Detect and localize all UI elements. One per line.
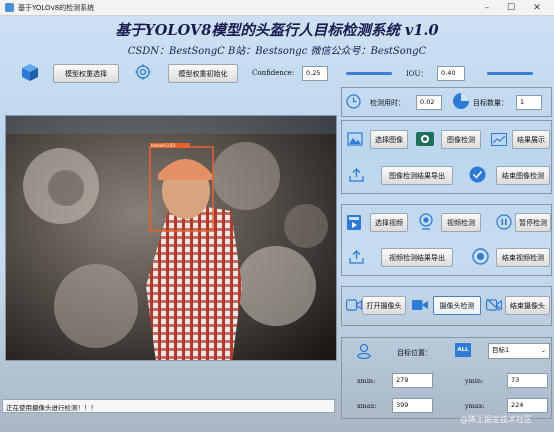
count-value: 1 xyxy=(516,95,542,110)
confidence-input[interactable]: 0.25 xyxy=(302,66,328,81)
webcam-icon xyxy=(418,213,434,230)
end-video-button[interactable]: 结束视频检测 xyxy=(496,248,550,267)
xmin-value: 279 xyxy=(392,373,433,388)
app-icon xyxy=(5,3,14,12)
close-camera-button[interactable]: 结束摄像头 xyxy=(505,296,550,315)
stop-icon xyxy=(472,248,489,265)
pause-icon xyxy=(496,214,512,230)
upload-video-icon xyxy=(349,250,364,264)
end-image-button[interactable]: 结束图像检测 xyxy=(496,166,550,185)
cube-icon xyxy=(20,62,40,82)
pause-detect-button[interactable]: 暂停检测 xyxy=(515,213,551,232)
select-video-button[interactable]: 选择视频 xyxy=(370,213,408,232)
export-image-button[interactable]: 图像检测结果导出 xyxy=(381,166,453,185)
watermark: @稀土掘金技术社区 xyxy=(460,415,532,424)
page-subtitle: CSDN：BestSongC B站：Bestsongc 微信公众号：BestSo… xyxy=(127,46,427,57)
time-value: 0.02 xyxy=(416,95,442,110)
window-titlebar: 基于YOLOv8的检测系统 – ☐ ✕ xyxy=(0,0,554,16)
xmax-value: 399 xyxy=(392,398,433,413)
camera-off-icon xyxy=(486,299,502,311)
close-icon[interactable]: ✕ xyxy=(526,1,548,15)
image-detect-button[interactable]: 图像检测 xyxy=(441,130,481,149)
chart-icon xyxy=(491,133,507,146)
iou-slider[interactable] xyxy=(487,72,533,75)
window-title: 基于YOLOv8的检测系统 xyxy=(18,4,95,12)
status-bar: 正在使用摄像头进行检测！！！ xyxy=(2,399,335,413)
camera-detect-icon xyxy=(412,299,428,311)
camera-icon xyxy=(346,299,362,311)
page-title: 基于YOLOV8模型的头盔行人目标检测系统 v1.0 xyxy=(115,22,439,39)
target-select[interactable]: 目标1 ⌄ xyxy=(488,343,550,359)
chevron-down-icon: ⌄ xyxy=(540,347,546,354)
target-position-label: 目标位置： xyxy=(397,349,432,357)
ymax-value: 224 xyxy=(507,398,548,413)
minimize-icon[interactable]: – xyxy=(476,1,498,15)
status-text: 正在使用摄像头进行检测！！！ xyxy=(6,404,97,412)
pie-icon xyxy=(452,92,470,110)
all-badge: ALL xyxy=(455,343,471,357)
image-icon xyxy=(347,132,363,146)
image-detect-icon xyxy=(416,132,434,146)
time-label: 检测用时： xyxy=(370,99,405,107)
xmax-label: xmax: xyxy=(357,402,377,410)
xmin-label: xmin: xyxy=(357,377,376,385)
clock-icon xyxy=(346,94,361,109)
select-weight-button[interactable]: 模型权重选择 xyxy=(53,64,119,83)
open-camera-button[interactable]: 打开摄像头 xyxy=(362,296,406,315)
video-file-icon xyxy=(347,215,361,230)
camera-detect-button[interactable]: 摄像头检测 xyxy=(433,296,481,315)
iou-input[interactable]: 0.40 xyxy=(437,66,465,81)
video-detect-button[interactable]: 视频检测 xyxy=(441,213,481,232)
iou-label: IOU： xyxy=(406,70,428,78)
image-display: helmet 0.83 xyxy=(5,115,337,361)
confidence-label: Confidence: xyxy=(252,69,295,77)
count-label: 目标数量： xyxy=(473,99,508,107)
detection-box-label: helmet 0.83 xyxy=(151,143,176,148)
ymin-value: 73 xyxy=(507,373,548,388)
confidence-slider[interactable] xyxy=(346,72,392,75)
show-results-button[interactable]: 结果展示 xyxy=(512,130,550,149)
maximize-icon[interactable]: ☐ xyxy=(500,1,522,15)
target-select-value: 目标1 xyxy=(492,346,510,354)
init-weight-button[interactable]: 模型权重初始化 xyxy=(168,64,238,83)
upload-icon xyxy=(349,168,364,182)
ymax-label: ymax: xyxy=(465,402,485,410)
target-icon xyxy=(135,64,151,80)
check-icon xyxy=(469,166,486,183)
export-video-button[interactable]: 视频检测结果导出 xyxy=(381,248,453,267)
ymin-label: ymin: xyxy=(465,377,484,385)
select-image-button[interactable]: 选择图像 xyxy=(370,130,408,149)
location-icon xyxy=(357,343,371,359)
